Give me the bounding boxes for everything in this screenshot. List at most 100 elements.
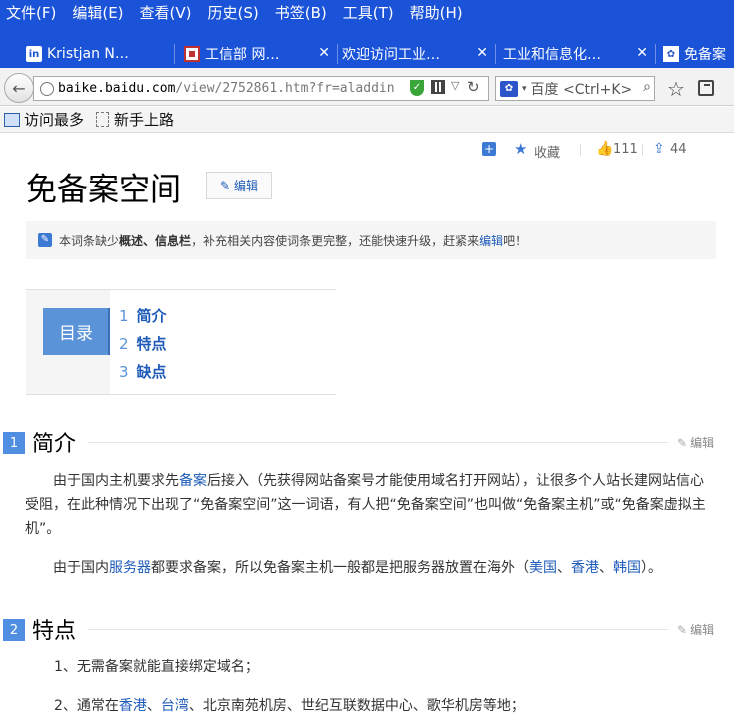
- tab-label: 工业和信息化…: [503, 47, 601, 63]
- toc-item-number: 2: [119, 335, 129, 353]
- notice-prefix: 本词条缺少: [59, 233, 120, 248]
- toc-item-number: 1: [119, 307, 129, 325]
- menu-tools[interactable]: 工具(T): [343, 2, 394, 23]
- globe-icon: [40, 81, 54, 96]
- toc-item-drawbacks[interactable]: 3 缺点: [119, 361, 167, 382]
- toc-label: 目录: [43, 308, 109, 355]
- notice-edit-link[interactable]: 编辑: [479, 232, 503, 249]
- search-bar[interactable]: ✿ ▾ 百度 <Ctrl+K> ⌕: [495, 76, 655, 101]
- link-beian[interactable]: 备案: [179, 473, 207, 489]
- reload-icon[interactable]: ↻: [467, 78, 480, 96]
- tab-label: Kristjan N…: [47, 46, 129, 62]
- shield-icon[interactable]: ✓: [410, 80, 424, 96]
- link-hongkong[interactable]: 香港: [571, 560, 599, 576]
- text: 、: [557, 560, 571, 576]
- link-korea[interactable]: 韩国: [613, 560, 641, 576]
- favorite-button[interactable]: 收藏: [534, 142, 560, 161]
- notice-separator: 、: [143, 233, 156, 248]
- text: 、: [599, 560, 613, 576]
- link-usa[interactable]: 美国: [529, 560, 557, 576]
- close-tab-icon[interactable]: ✕: [476, 45, 488, 61]
- menu-bar: 文件(F) 编辑(E) 查看(V) 历史(S) 书签(B) 工具(T) 帮助(H…: [0, 0, 734, 24]
- section-divider: [88, 442, 668, 443]
- section-edit-link[interactable]: ✎ 编辑: [677, 434, 714, 451]
- plus-icon[interactable]: +: [482, 142, 496, 156]
- toc-item-title: 特点: [136, 335, 167, 353]
- toc-item-title: 简介: [136, 307, 167, 325]
- close-tab-icon[interactable]: ✕: [318, 45, 330, 61]
- divider: [642, 144, 643, 156]
- menu-edit[interactable]: 编辑(E): [72, 2, 123, 23]
- edit-button[interactable]: ✎ 编辑: [206, 172, 272, 199]
- menu-view[interactable]: 查看(V): [140, 2, 192, 23]
- feature-item-1: 1、无需备案就能直接绑定域名；: [54, 659, 259, 675]
- search-input[interactable]: 百度 <Ctrl+K>: [531, 79, 633, 99]
- menu-help[interactable]: 帮助(H): [410, 2, 463, 23]
- intro-paragraph-1: 由于国内主机要求先备案后接入（先获得网站备案号才能使用域名打开网站），让很多个人…: [25, 469, 715, 541]
- dropdown-arrow-icon[interactable]: ▽: [451, 79, 459, 92]
- text: 、: [146, 698, 161, 714]
- tab-linkedin[interactable]: in Kristjan N…: [26, 40, 172, 68]
- section-heading-features: 2 特点 ✎ 编辑: [0, 611, 734, 644]
- pencil-icon: ✎: [677, 436, 688, 450]
- chevron-down-icon[interactable]: ▾: [522, 84, 527, 94]
- section-heading-intro: 1 简介 ✎ 编辑: [0, 424, 734, 457]
- share-icon[interactable]: ⇪: [653, 141, 665, 157]
- menu-bookmarks[interactable]: 书签(B): [275, 2, 327, 23]
- text: 都要求备案，所以免备案主机一般都是把服务器放置在海外（: [151, 560, 529, 576]
- arrow-left-icon: ←: [12, 78, 26, 98]
- tab-miit-info[interactable]: 工业和信息化… ✕: [503, 40, 654, 68]
- notice-bold-infobox: 信息栏: [155, 233, 192, 248]
- section-number: 1: [3, 432, 25, 454]
- tab-separator: [174, 44, 175, 64]
- bookmark-label: 新手上路: [114, 111, 175, 129]
- baidu-paw-icon[interactable]: ✿: [500, 80, 518, 97]
- page-title: 免备案空间: [26, 172, 181, 208]
- link-server[interactable]: 服务器: [109, 560, 151, 576]
- divider: [580, 144, 581, 156]
- bookmark-star-icon[interactable]: ☆: [667, 77, 685, 101]
- bookmark-most-visited[interactable]: 访问最多: [4, 109, 84, 130]
- link-hongkong[interactable]: 香港: [119, 698, 147, 714]
- menu-file[interactable]: 文件(F): [6, 2, 56, 23]
- magnifier-icon[interactable]: ⌕: [643, 79, 651, 95]
- toc-item-number: 3: [119, 363, 129, 381]
- tab-active[interactable]: ✿ 免备案: [663, 40, 734, 68]
- tab-separator: [337, 44, 338, 64]
- star-icon[interactable]: ★: [514, 140, 527, 158]
- tab-welcome[interactable]: 欢迎访问工业… ✕: [342, 40, 494, 68]
- url-bar[interactable]: baike.baidu.com/view/2752861.htm?fr=alad…: [33, 76, 489, 101]
- tab-separator: [495, 44, 496, 64]
- back-button[interactable]: ←: [4, 73, 34, 103]
- text: 由于国内主机要求先: [53, 473, 179, 489]
- gov-icon: [184, 46, 200, 62]
- url-path: /view/2752861.htm?fr=aladdin: [175, 81, 395, 96]
- intro-paragraph-2: 由于国内服务器都要求备案，所以免备案主机一般都是把服务器放置在海外（美国、香港、…: [25, 556, 715, 580]
- url-text[interactable]: baike.baidu.com/view/2752861.htm?fr=alad…: [58, 81, 395, 96]
- tab-miit[interactable]: 工信部 网… ✕: [184, 40, 336, 68]
- section-edit-link[interactable]: ✎ 编辑: [677, 621, 714, 638]
- close-tab-icon[interactable]: ✕: [636, 45, 648, 61]
- tab-separator: [655, 44, 656, 64]
- section-divider: [88, 629, 668, 630]
- reading-list-icon[interactable]: [698, 80, 714, 96]
- thumbs-up-icon[interactable]: 👍: [596, 141, 613, 157]
- share-count: 44: [670, 142, 687, 157]
- pencil-icon: ✎: [38, 233, 52, 247]
- link-taiwan[interactable]: 台湾: [161, 698, 189, 714]
- toc-item-features[interactable]: 2 特点: [119, 333, 167, 354]
- navigation-bar: baike.baidu.com/view/2752861.htm?fr=alad…: [0, 68, 734, 106]
- qr-code-icon[interactable]: [431, 80, 445, 94]
- pencil-icon: ✎: [219, 178, 231, 193]
- bookmark-getting-started[interactable]: 新手上路: [96, 109, 174, 130]
- menu-history[interactable]: 历史(S): [208, 2, 259, 23]
- toc-item-intro[interactable]: 1 简介: [119, 305, 167, 326]
- tab-label: 工信部 网…: [205, 47, 280, 63]
- section-number: 2: [3, 619, 25, 641]
- table-of-contents: 目录 1 简介 2 特点 3 缺点: [26, 289, 336, 395]
- tab-label: 欢迎访问工业…: [342, 47, 440, 63]
- bookmark-label: 访问最多: [24, 111, 85, 129]
- article-actions: + ★ 收藏 👍 111 ⇪ 44: [482, 140, 712, 161]
- text: ）。: [641, 560, 662, 576]
- edit-label: 编辑: [234, 179, 259, 193]
